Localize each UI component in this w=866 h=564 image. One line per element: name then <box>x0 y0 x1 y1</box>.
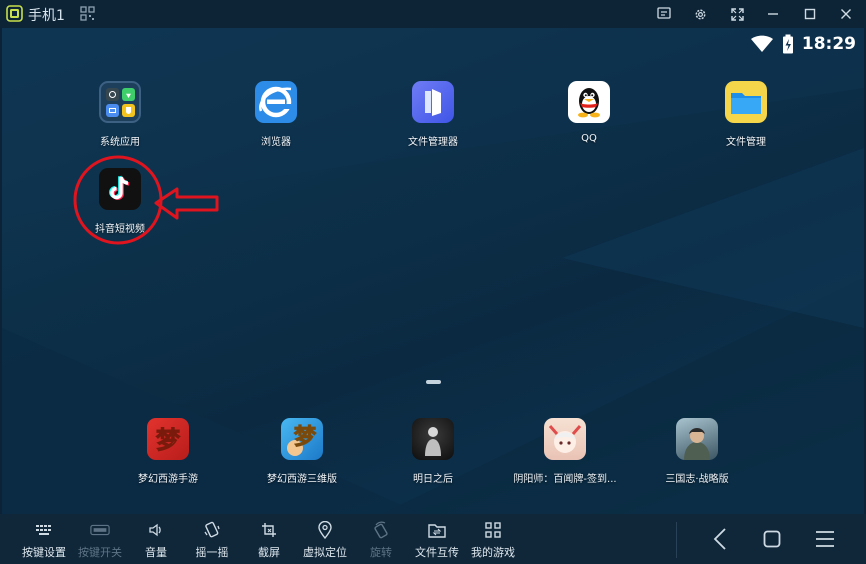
toolbar-label: 按键设置 <box>22 546 66 559</box>
volume-icon <box>149 523 161 537</box>
toolbar-file-transfer[interactable]: 文件互传 <box>405 520 469 560</box>
app-label: 文件管理器 <box>408 137 458 148</box>
toolbar-label: 我的游戏 <box>471 546 515 559</box>
app-onmyoji-card[interactable]: 阴阳师：百闻牌-签到... <box>505 418 625 485</box>
minimize-icon <box>768 13 778 15</box>
toolbar-label: 音量 <box>145 546 167 559</box>
menghuan-xiyou-icon: 梦 <box>147 418 189 460</box>
settings-button[interactable] <box>690 4 710 24</box>
svg-text:梦: 梦 <box>156 426 181 454</box>
system-apps-folder-icon <box>99 81 141 123</box>
minimize-button[interactable] <box>763 4 783 24</box>
onmyoji-card-icon <box>544 418 586 460</box>
toolbar-label: 旋转 <box>370 546 392 559</box>
file-manager-icon <box>412 81 454 123</box>
home-square-icon <box>763 530 781 548</box>
toolbar-screenshot[interactable]: 截屏 <box>237 520 301 560</box>
back-chevron-icon <box>713 528 726 550</box>
app-file-manage[interactable]: 文件管理 <box>686 81 806 148</box>
folder-icon <box>725 81 767 123</box>
status-clock: 18:29 <box>801 34 856 54</box>
qr-code-icon[interactable] <box>80 6 95 21</box>
screenshot-crop-icon <box>262 523 276 537</box>
app-menghuan-xiyou-3d[interactable]: 梦 梦幻西游三维版 <box>242 418 362 485</box>
app-label: 梦幻西游三维版 <box>267 474 337 485</box>
menu-lines-icon <box>816 531 834 547</box>
maximize-icon <box>804 8 816 20</box>
qq-penguin-icon <box>568 81 610 123</box>
window-title: 手机1 <box>28 8 65 24</box>
location-pin-icon <box>318 521 332 539</box>
sanguozhi-icon <box>676 418 718 460</box>
browser-icon <box>255 81 297 123</box>
app-qq[interactable]: QQ <box>529 81 649 144</box>
mingri-zhihou-icon <box>412 418 454 460</box>
toolbar-label: 虚拟定位 <box>303 546 347 559</box>
app-system-apps[interactable]: 系统应用 <box>60 81 180 148</box>
file-transfer-icon <box>428 523 446 538</box>
menghuan-xiyou-3d-icon: 梦 <box>281 418 323 460</box>
toolbar-rotate[interactable]: 旋转 <box>349 520 413 560</box>
toolbar-divider <box>676 522 677 558</box>
toolbar-key-settings[interactable]: 按键设置 <box>12 520 76 560</box>
app-sanguozhi[interactable]: 三国志·战略版 <box>637 418 757 485</box>
app-label: 系统应用 <box>100 137 140 148</box>
app-label: 文件管理 <box>726 137 766 148</box>
toolbar-virtual-location[interactable]: 虚拟定位 <box>293 520 357 560</box>
key-toggle-icon <box>90 524 110 536</box>
close-button[interactable] <box>836 4 856 24</box>
rotate-icon <box>374 521 388 539</box>
nav-home-button[interactable] <box>759 526 785 552</box>
app-file-manager[interactable]: 文件管理器 <box>373 81 493 148</box>
bottom-toolbar: 按键设置 按键开关 音量 摇一摇 截屏 虚拟定位 旋转 文件互传 我的游戏 <box>0 514 866 564</box>
my-games-grid-icon <box>485 522 501 538</box>
android-home-screen[interactable]: 18:29 系统应用 浏览器 文件管理器 QQ 文件管理 抖音短视频 梦 梦幻西… <box>2 28 864 514</box>
toolbar-key-toggle[interactable]: 按键开关 <box>68 520 132 560</box>
expand-arrows-icon <box>730 7 744 21</box>
toolbar-shake[interactable]: 摇一摇 <box>180 520 244 560</box>
toolbar-label: 摇一摇 <box>195 546 229 559</box>
app-label: 浏览器 <box>261 137 291 148</box>
toolbar-my-games[interactable]: 我的游戏 <box>461 520 525 560</box>
toolbar-label: 文件互传 <box>415 546 459 559</box>
app-mingri-zhihou[interactable]: 明日之后 <box>373 418 493 485</box>
douyin-icon <box>99 168 141 210</box>
app-douyin[interactable]: 抖音短视频 <box>60 168 180 235</box>
shake-icon <box>204 521 220 538</box>
toolbar-label: 截屏 <box>258 546 280 559</box>
feedback-message-icon <box>657 7 671 19</box>
app-label: QQ <box>581 133 597 144</box>
toolbar-label: 按键开关 <box>78 546 122 559</box>
app-label: 三国志·战略版 <box>665 474 729 485</box>
app-label: 明日之后 <box>413 474 453 485</box>
nav-back-button[interactable] <box>707 526 733 552</box>
window-titlebar: 手机1 <box>0 0 866 28</box>
app-logo-icon <box>6 5 23 22</box>
battery-charging-icon <box>782 34 793 54</box>
app-label: 阴阳师：百闻牌-签到... <box>513 474 617 485</box>
keyboard-icon <box>36 525 51 535</box>
app-label: 抖音短视频 <box>95 224 145 235</box>
close-icon <box>841 9 851 19</box>
maximize-button[interactable] <box>800 4 820 24</box>
page-indicator[interactable] <box>426 380 441 384</box>
status-bar: 18:29 <box>750 34 856 54</box>
app-menghuan-xiyou[interactable]: 梦 梦幻西游手游 <box>108 418 228 485</box>
toolbar-volume[interactable]: 音量 <box>124 520 188 560</box>
app-browser[interactable]: 浏览器 <box>216 81 336 148</box>
feedback-button[interactable] <box>654 4 674 24</box>
fullscreen-button[interactable] <box>727 4 747 24</box>
gear-icon <box>695 9 705 19</box>
wifi-icon <box>750 35 773 52</box>
svg-text:梦: 梦 <box>294 424 317 450</box>
nav-menu-button[interactable] <box>812 526 838 552</box>
app-label: 梦幻西游手游 <box>138 474 198 485</box>
